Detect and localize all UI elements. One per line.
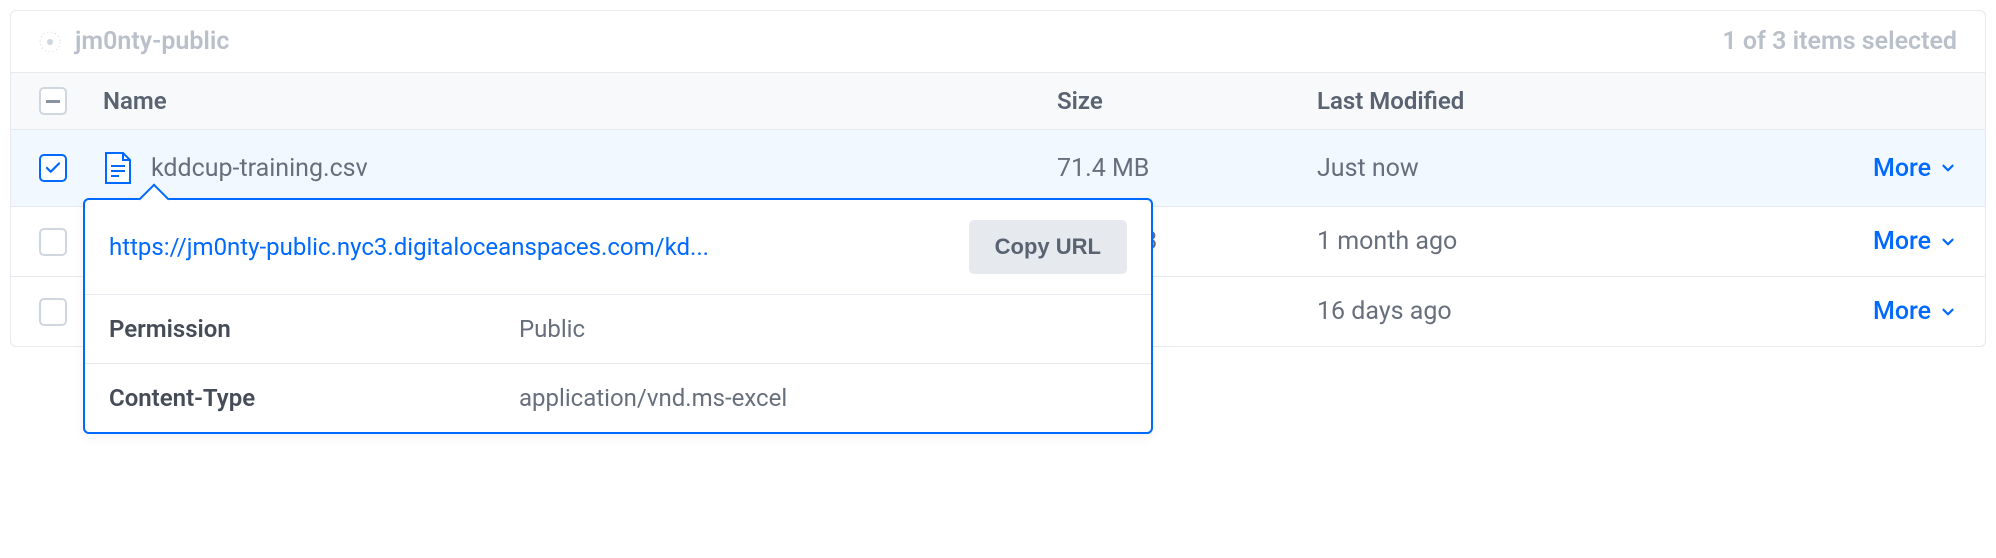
file-url[interactable]: https://jm0nty-public.nyc3.digitaloceans… <box>109 233 969 261</box>
chevron-down-icon <box>1939 303 1957 321</box>
copy-url-button[interactable]: Copy URL <box>969 220 1127 274</box>
column-header-modified[interactable]: Last Modified <box>1317 87 1817 115</box>
panel-header: jm0nty-public 1 of 3 items selected <box>11 11 1985 73</box>
more-label: More <box>1873 227 1931 256</box>
row-checkbox[interactable] <box>39 154 67 182</box>
more-label: More <box>1873 297 1931 326</box>
chevron-down-icon <box>1939 233 1957 251</box>
more-menu-button[interactable]: More <box>1873 154 1957 183</box>
permission-label: Permission <box>109 315 519 343</box>
more-label: More <box>1873 154 1931 183</box>
table-row[interactable]: kddcup-training.csv 71.4 MB Just now Mor… <box>11 130 1985 207</box>
popover-url-row: https://jm0nty-public.nyc3.digitaloceans… <box>85 200 1151 295</box>
row-checkbox[interactable] <box>39 298 67 326</box>
permission-value: Public <box>519 315 585 343</box>
chevron-down-icon <box>1939 159 1957 177</box>
file-name: kddcup-training.csv <box>151 154 368 183</box>
file-modified: Just now <box>1317 154 1817 183</box>
table-header: Name Size Last Modified <box>11 73 1985 130</box>
more-menu-button[interactable]: More <box>1873 297 1957 326</box>
bucket-name: jm0nty-public <box>75 27 229 56</box>
content-type-value: application/vnd.ms-excel <box>519 384 787 412</box>
bucket-icon <box>39 31 61 53</box>
file-modified: 16 days ago <box>1317 297 1817 326</box>
file-size: 71.4 MB <box>1057 154 1317 183</box>
file-modified: 1 month ago <box>1317 227 1817 256</box>
selection-count: 1 of 3 items selected <box>1722 27 1957 56</box>
file-details-popover: https://jm0nty-public.nyc3.digitaloceans… <box>83 198 1153 434</box>
select-all-checkbox[interactable] <box>39 87 67 115</box>
content-type-label: Content-Type <box>109 384 519 412</box>
row-checkbox[interactable] <box>39 228 67 256</box>
more-menu-button[interactable]: More <box>1873 227 1957 256</box>
column-header-size[interactable]: Size <box>1057 87 1317 115</box>
column-header-name[interactable]: Name <box>99 87 1057 115</box>
popover-content-type-row: Content-Type application/vnd.ms-excel <box>85 364 1151 432</box>
bucket-title: jm0nty-public <box>39 27 229 56</box>
file-icon <box>103 150 133 186</box>
popover-permission-row: Permission Public <box>85 295 1151 364</box>
file-browser-panel: jm0nty-public 1 of 3 items selected Name… <box>10 10 1986 347</box>
